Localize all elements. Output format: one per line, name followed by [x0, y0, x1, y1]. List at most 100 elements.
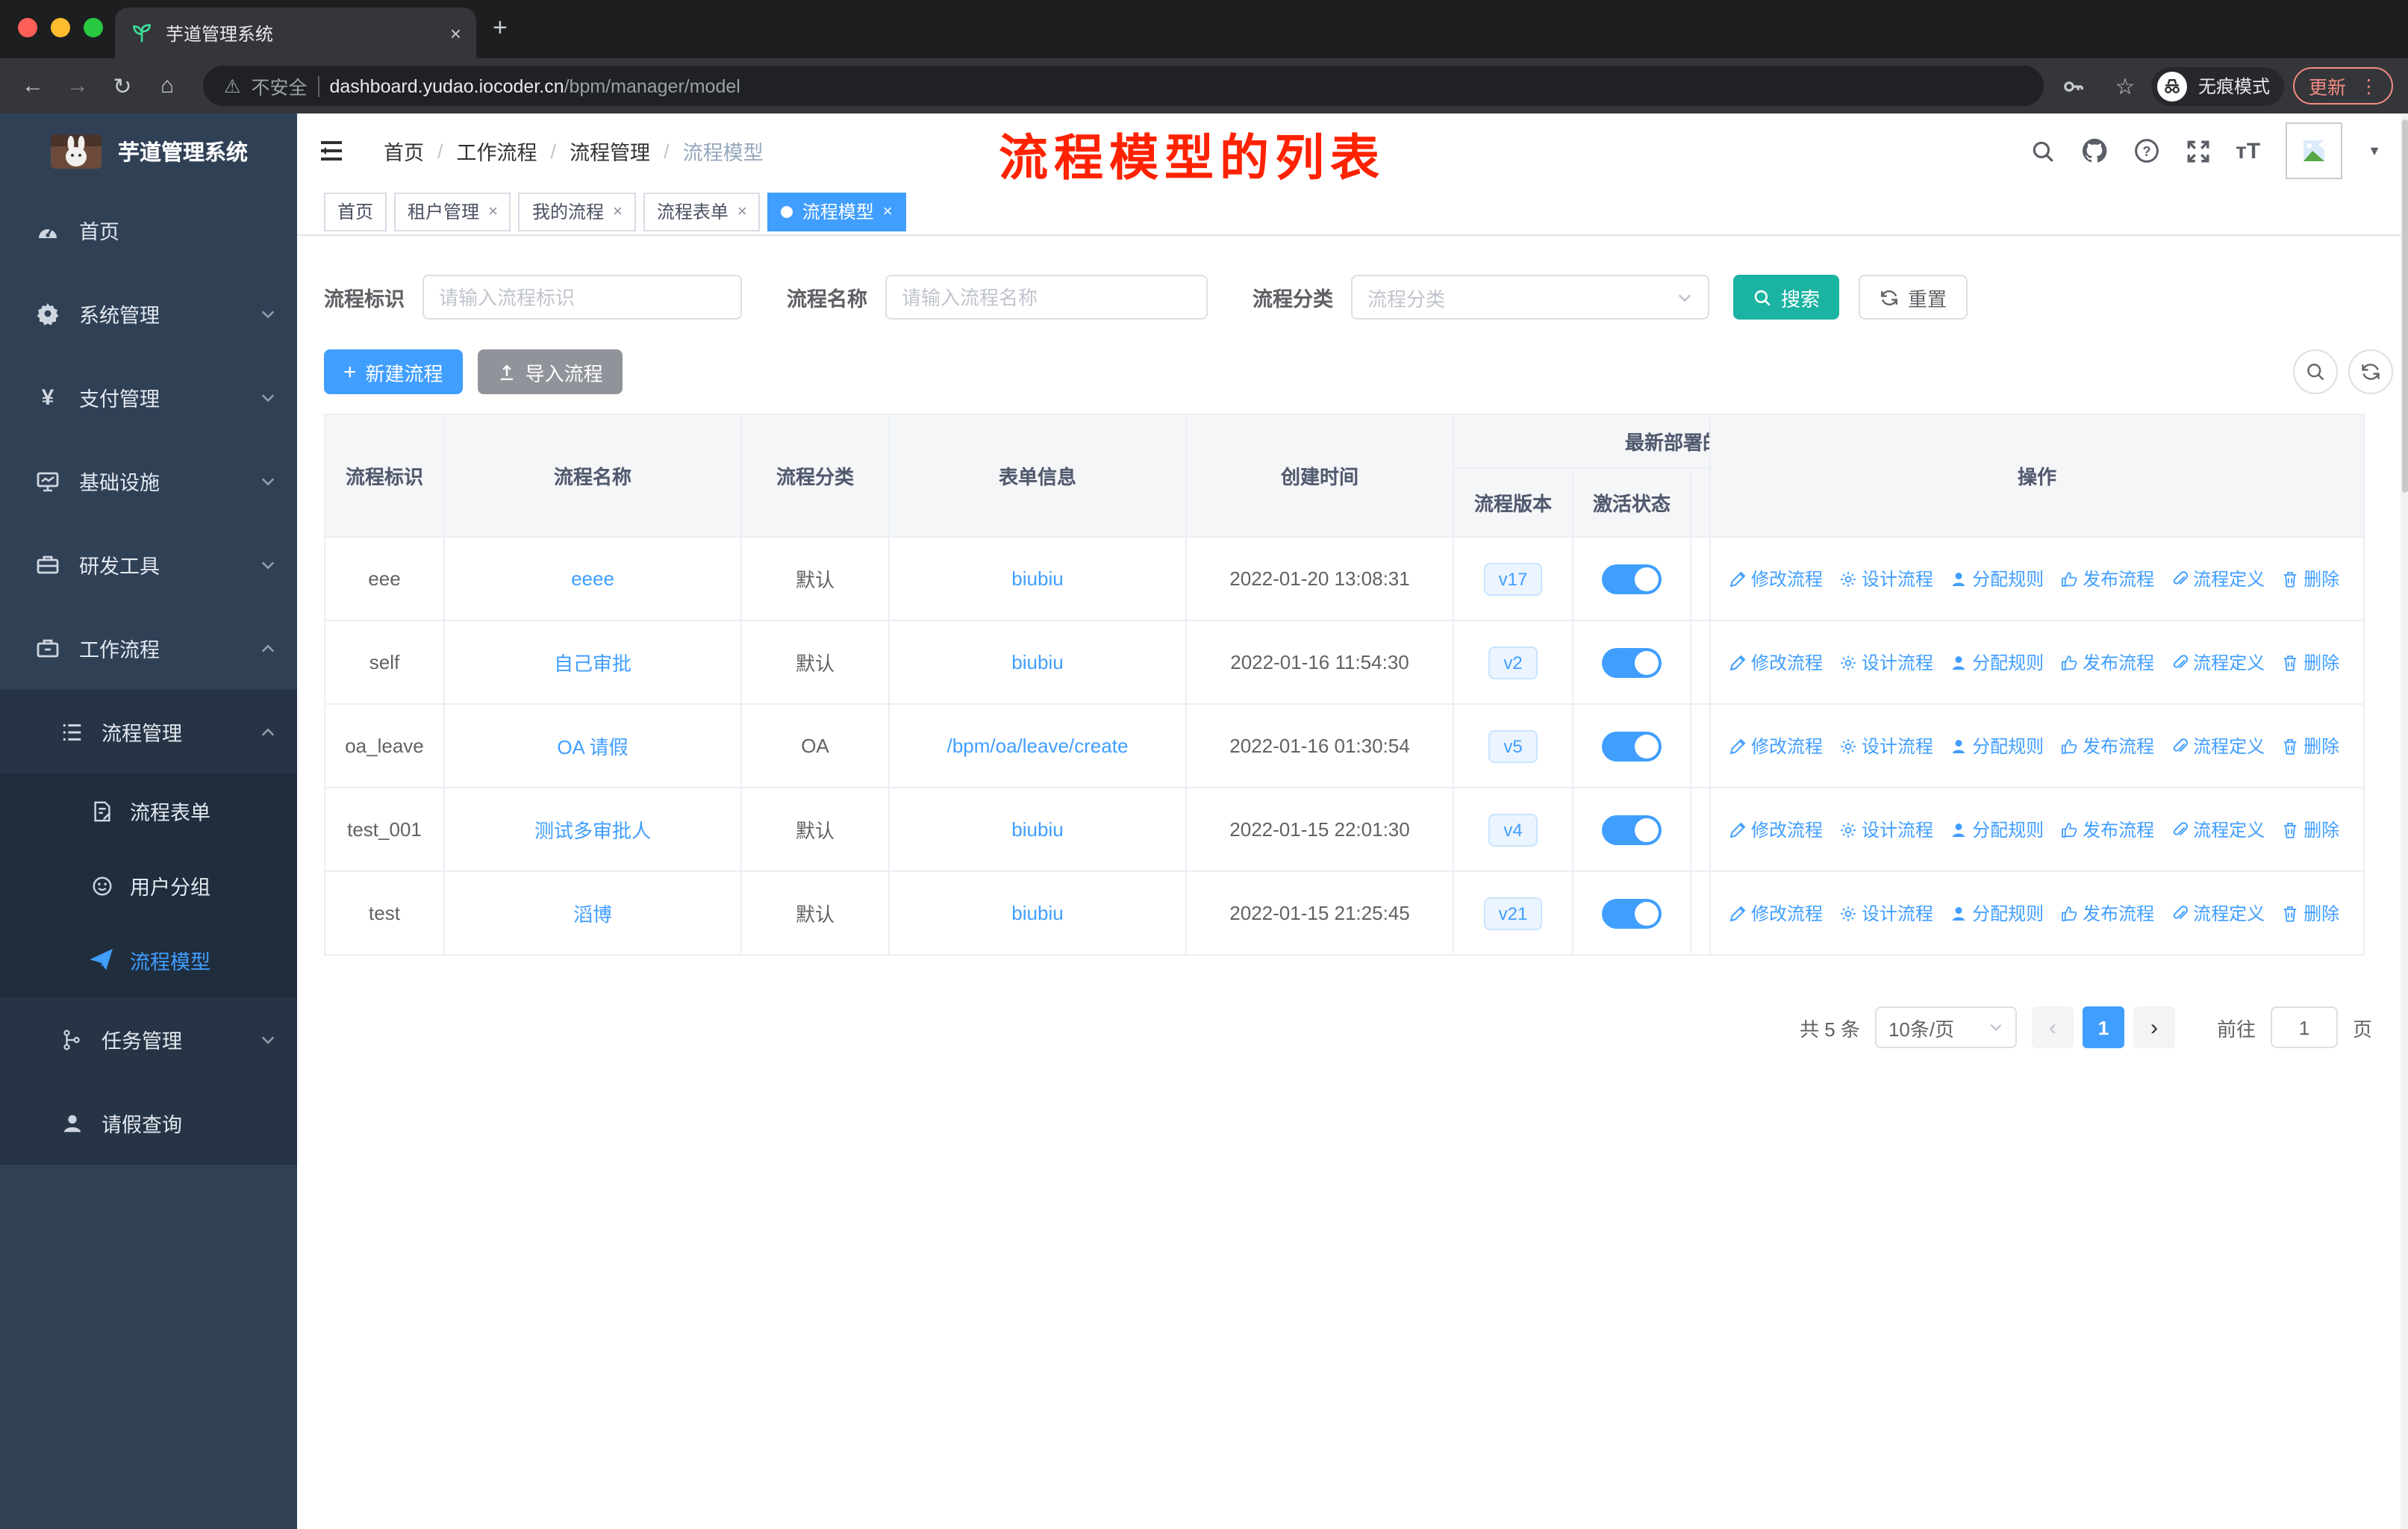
goto-page-input[interactable]: [2270, 1006, 2338, 1048]
sidebar-item-dev[interactable]: 研发工具: [0, 523, 297, 606]
forward-icon[interactable]: →: [60, 73, 96, 99]
assign-rule-link[interactable]: 分配规则: [1950, 650, 2044, 675]
breadcrumb-item[interactable]: 流程管理: [570, 136, 650, 166]
tag-my-process[interactable]: 我的流程 ×: [518, 192, 636, 231]
process-name-link[interactable]: 自己审批: [554, 648, 631, 676]
update-button[interactable]: 更新 ⋮: [2293, 67, 2393, 105]
sidebar-item-process-model[interactable]: 流程模型: [0, 923, 297, 997]
font-size-icon[interactable]: тT: [2236, 138, 2260, 164]
search-button[interactable]: 搜索: [1733, 275, 1840, 320]
avatar-caret-down-icon[interactable]: ▼: [2368, 143, 2381, 158]
filter-category-select[interactable]: 流程分类: [1351, 275, 1709, 320]
process-definition-link[interactable]: 流程定义: [2171, 817, 2265, 842]
breadcrumb-item[interactable]: 工作流程: [457, 136, 537, 166]
page-size-select[interactable]: 10条/页: [1874, 1006, 2017, 1048]
form-info-link[interactable]: biubiu: [1011, 567, 1063, 590]
process-name-link[interactable]: eeee: [571, 567, 614, 590]
publish-process-link[interactable]: 发布流程: [2060, 566, 2154, 591]
form-info-link[interactable]: biubiu: [1011, 902, 1063, 924]
address-bar[interactable]: ⚠ 不安全 dashboard.yudao.iocoder.cn/bpm/man…: [203, 66, 2044, 106]
key-icon[interactable]: [2062, 74, 2098, 98]
search-icon[interactable]: [2030, 138, 2055, 164]
process-name-link[interactable]: 滔博: [573, 899, 612, 927]
delete-link[interactable]: 删除: [2281, 733, 2339, 759]
process-name-link[interactable]: OA 请假: [557, 732, 628, 760]
new-tab-button[interactable]: +: [493, 13, 508, 43]
avatar[interactable]: [2286, 122, 2343, 179]
form-info-link[interactable]: biubiu: [1011, 651, 1063, 673]
sidebar-item-process-form[interactable]: 流程表单: [0, 773, 297, 848]
tag-process-model-active[interactable]: 流程模型 ×: [767, 192, 906, 231]
prev-page-button[interactable]: ‹: [2031, 1006, 2074, 1048]
close-window-button[interactable]: [18, 18, 37, 37]
security-label[interactable]: 不安全: [251, 72, 307, 100]
filter-name-input[interactable]: [885, 275, 1208, 320]
delete-link[interactable]: 删除: [2281, 900, 2339, 926]
browser-tab[interactable]: 芋道管理系统 ×: [115, 7, 476, 58]
form-info-link[interactable]: biubiu: [1011, 818, 1063, 841]
publish-process-link[interactable]: 发布流程: [2060, 650, 2154, 675]
bookmark-star-icon[interactable]: ☆: [2107, 72, 2143, 99]
assign-rule-link[interactable]: 分配规则: [1950, 900, 2044, 926]
tab-close-icon[interactable]: ×: [450, 22, 461, 44]
process-definition-link[interactable]: 流程定义: [2171, 900, 2265, 926]
scrollbar-thumb[interactable]: [2401, 119, 2407, 493]
back-icon[interactable]: ←: [15, 73, 51, 99]
assign-rule-link[interactable]: 分配规则: [1950, 566, 2044, 591]
design-process-link[interactable]: 设计流程: [1839, 566, 1933, 591]
help-icon[interactable]: ?: [2133, 137, 2159, 164]
active-toggle[interactable]: [1602, 647, 1662, 677]
sidebar-item-leave-query[interactable]: 请假查询: [0, 1081, 297, 1165]
tag-home[interactable]: 首页: [324, 192, 387, 231]
active-toggle[interactable]: [1602, 564, 1662, 594]
next-page-button[interactable]: ›: [2133, 1006, 2175, 1048]
tag-close-icon[interactable]: ×: [488, 202, 498, 220]
sidebar-item-process-mgmt[interactable]: 流程管理: [0, 690, 297, 773]
assign-rule-link[interactable]: 分配规则: [1950, 733, 2044, 759]
process-definition-link[interactable]: 流程定义: [2171, 650, 2265, 675]
sidebar-item-system[interactable]: 系统管理: [0, 272, 297, 355]
sidebar-collapse-icon[interactable]: [318, 137, 345, 164]
fullscreen-icon[interactable]: [2185, 138, 2210, 164]
github-icon[interactable]: [2080, 137, 2107, 164]
filter-key-input[interactable]: [422, 275, 742, 320]
edit-process-link[interactable]: 修改流程: [1729, 733, 1823, 759]
reload-icon[interactable]: ↻: [105, 72, 140, 99]
tag-close-icon[interactable]: ×: [883, 202, 893, 220]
toggle-search-button[interactable]: [2293, 349, 2338, 394]
sidebar-item-infra[interactable]: 基础设施: [0, 439, 297, 523]
process-definition-link[interactable]: 流程定义: [2171, 566, 2265, 591]
edit-process-link[interactable]: 修改流程: [1729, 817, 1823, 842]
browser-scrollbar[interactable]: [2401, 113, 2408, 1529]
maximize-window-button[interactable]: [84, 18, 103, 37]
active-toggle[interactable]: [1602, 731, 1662, 761]
breadcrumb-item[interactable]: 首页: [384, 136, 424, 166]
minimize-window-button[interactable]: [51, 18, 70, 37]
tag-close-icon[interactable]: ×: [737, 202, 747, 220]
edit-process-link[interactable]: 修改流程: [1729, 650, 1823, 675]
assign-rule-link[interactable]: 分配规则: [1950, 817, 2044, 842]
edit-process-link[interactable]: 修改流程: [1729, 566, 1823, 591]
design-process-link[interactable]: 设计流程: [1839, 650, 1933, 675]
sidebar-item-home[interactable]: 首页: [0, 188, 297, 272]
sidebar-item-user-group[interactable]: 用户分组: [0, 848, 297, 923]
page-button-1[interactable]: 1: [2082, 1006, 2124, 1048]
publish-process-link[interactable]: 发布流程: [2060, 900, 2154, 926]
browser-menu-kebab-icon[interactable]: ⋮: [2359, 75, 2378, 97]
form-info-link[interactable]: /bpm/oa/leave/create: [947, 735, 1129, 757]
design-process-link[interactable]: 设计流程: [1839, 900, 1933, 926]
create-process-button[interactable]: + 新建流程: [324, 349, 463, 394]
import-process-button[interactable]: 导入流程: [477, 349, 623, 394]
process-definition-link[interactable]: 流程定义: [2171, 733, 2265, 759]
sidebar-item-pay[interactable]: ¥ 支付管理: [0, 355, 297, 439]
publish-process-link[interactable]: 发布流程: [2060, 817, 2154, 842]
delete-link[interactable]: 删除: [2281, 817, 2339, 842]
sidebar-item-task-mgmt[interactable]: 任务管理: [0, 997, 297, 1081]
process-name-link[interactable]: 测试多审批人: [534, 815, 651, 844]
home-icon[interactable]: ⌂: [149, 73, 185, 99]
tag-close-icon[interactable]: ×: [613, 202, 623, 220]
design-process-link[interactable]: 设计流程: [1839, 733, 1933, 759]
edit-process-link[interactable]: 修改流程: [1729, 900, 1823, 926]
tag-tenant[interactable]: 租户管理 ×: [394, 192, 511, 231]
reset-button[interactable]: 重置: [1859, 275, 1968, 320]
